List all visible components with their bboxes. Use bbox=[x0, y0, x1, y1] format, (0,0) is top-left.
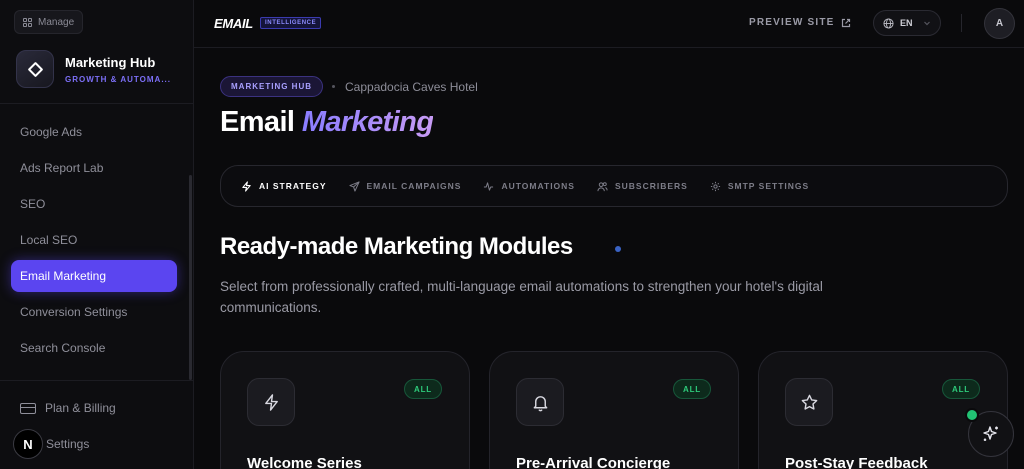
settings-label: Settings bbox=[46, 437, 90, 451]
tab-label: AUTOMATIONS bbox=[501, 181, 575, 191]
tab-smtp-settings[interactable]: SMTP SETTINGS bbox=[710, 181, 809, 192]
section-title: Ready-made Marketing Modules bbox=[220, 233, 573, 260]
sparkles-icon bbox=[983, 426, 998, 441]
language-selector[interactable]: EN bbox=[873, 10, 941, 36]
gear-icon bbox=[710, 181, 720, 191]
tab-label: SUBSCRIBERS bbox=[614, 181, 688, 191]
module-badge: ALL bbox=[942, 379, 980, 399]
section-description: Select from professionally crafted, mult… bbox=[220, 279, 823, 315]
send-icon bbox=[348, 180, 360, 192]
star-icon bbox=[801, 394, 817, 410]
brand-subtitle: GROWTH & AUTOMA... bbox=[65, 74, 171, 84]
sidebar: Manage Marketing Hub GROWTH & AUTOMA... … bbox=[0, 0, 194, 469]
brand-title: Marketing Hub bbox=[65, 54, 156, 70]
tab-subscribers[interactable]: SUBSCRIBERS bbox=[597, 181, 688, 192]
module-title: Welcome Series bbox=[247, 455, 362, 469]
tab-label: AI STRATEGY bbox=[259, 181, 327, 191]
page-title-accent: Marketing bbox=[301, 106, 434, 138]
module-badge: ALL bbox=[673, 379, 711, 399]
language-label: EN bbox=[900, 18, 913, 28]
manage-label: Manage bbox=[38, 16, 75, 28]
activity-icon bbox=[484, 181, 494, 191]
online-status-dot bbox=[965, 408, 979, 422]
app-root: Manage Marketing Hub GROWTH & AUTOMA... … bbox=[0, 0, 1024, 469]
page-title: Email Marketing bbox=[220, 106, 434, 139]
page-title-plain: Email bbox=[220, 106, 295, 138]
chevron-down-icon bbox=[923, 21, 930, 26]
bolt-icon bbox=[264, 393, 278, 411]
breadcrumb-pill[interactable]: MARKETING HUB bbox=[220, 76, 323, 97]
diamond-logo-icon bbox=[16, 50, 54, 88]
bell-icon bbox=[533, 395, 547, 411]
preview-site-label: PREVIEW SITE bbox=[749, 17, 835, 28]
sidebar-divider bbox=[0, 103, 194, 104]
tab-label: SMTP SETTINGS bbox=[727, 181, 810, 191]
globe-icon bbox=[883, 17, 894, 29]
n-logo-badge[interactable]: N bbox=[13, 429, 43, 459]
plan-billing-link[interactable]: Plan & Billing bbox=[20, 401, 116, 415]
module-title: Post-Stay Feedback bbox=[785, 455, 928, 469]
topbar-separator bbox=[961, 14, 962, 32]
credit-card-icon bbox=[20, 402, 36, 414]
sidebar-nav: Google Ads Ads Report Lab SEO Local SEO … bbox=[11, 116, 177, 368]
sidebar-item-seo[interactable]: SEO bbox=[11, 188, 177, 220]
preview-site-link[interactable]: PREVIEW SITE bbox=[749, 17, 851, 28]
sidebar-item-ads-report-lab[interactable]: Ads Report Lab bbox=[11, 152, 177, 184]
module-badge: ALL bbox=[404, 379, 442, 399]
module-icon-box bbox=[247, 378, 295, 426]
email-logo-text: EMAIL bbox=[214, 16, 253, 31]
manage-button[interactable]: Manage bbox=[14, 10, 84, 34]
module-icon-box bbox=[785, 378, 833, 426]
module-title: Pre-Arrival Concierge bbox=[516, 455, 671, 469]
user-avatar[interactable]: A bbox=[984, 8, 1015, 39]
module-card-welcome-series[interactable]: ALL Welcome Series bbox=[220, 351, 470, 469]
sidebar-item-local-seo[interactable]: Local SEO bbox=[11, 224, 177, 256]
tab-email-campaigns[interactable]: EMAIL CAMPAIGNS bbox=[348, 180, 462, 192]
plan-billing-label: Plan & Billing bbox=[45, 401, 116, 415]
brand-text: Marketing Hub GROWTH & AUTOMA... bbox=[65, 55, 171, 84]
section-title-dot bbox=[615, 246, 621, 252]
sidebar-item-search-console[interactable]: Search Console bbox=[11, 332, 177, 364]
brand[interactable]: Marketing Hub GROWTH & AUTOMA... bbox=[16, 50, 171, 88]
sidebar-bottom-divider bbox=[0, 380, 194, 381]
tab-bar: AI STRATEGY EMAIL CAMPAIGNS AUTOMATIONS … bbox=[220, 165, 1008, 207]
breadcrumb-hotel: Cappadocia Caves Hotel bbox=[345, 80, 478, 94]
sidebar-item-email-marketing[interactable]: Email Marketing bbox=[11, 260, 177, 292]
module-icon-box bbox=[516, 378, 564, 426]
tab-ai-strategy[interactable]: AI STRATEGY bbox=[241, 180, 327, 192]
module-card-pre-arrival-concierge[interactable]: ALL Pre-Arrival Concierge bbox=[489, 351, 739, 469]
users-icon bbox=[597, 181, 608, 191]
tab-automations[interactable]: AUTOMATIONS bbox=[483, 181, 575, 192]
grid-icon bbox=[23, 17, 32, 27]
intelligence-badge: INTELLIGENCE bbox=[260, 17, 322, 29]
sidebar-scrollbar[interactable] bbox=[189, 175, 192, 380]
bolt-icon bbox=[242, 180, 251, 192]
top-bar: EMAIL INTELLIGENCE PREVIEW SITE EN A bbox=[194, 0, 1024, 48]
sidebar-item-google-ads[interactable]: Google Ads bbox=[11, 116, 177, 148]
sidebar-item-conversion-settings[interactable]: Conversion Settings bbox=[11, 296, 177, 328]
external-link-icon bbox=[841, 18, 850, 27]
breadcrumb-separator bbox=[332, 85, 335, 88]
tab-label: EMAIL CAMPAIGNS bbox=[366, 181, 462, 191]
settings-link[interactable]: Settings bbox=[46, 437, 89, 451]
